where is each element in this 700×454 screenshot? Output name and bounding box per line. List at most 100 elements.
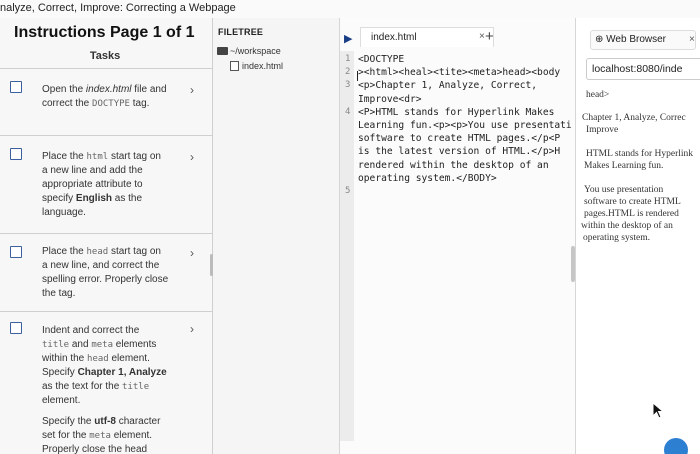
task-text-span: character — [115, 416, 161, 427]
task-text-span: Properly close the head — [42, 444, 148, 454]
rendered-text: Chapter 1, Analyze, Correc — [582, 113, 686, 123]
filetree-header: FILETREE — [218, 27, 264, 37]
task-text-span: as the — [112, 193, 143, 204]
task-text-span: element. — [108, 353, 150, 364]
task-text-span: start tag on — [108, 151, 161, 162]
code-line: <p>Chapter 1, Analyze, Correct, — [358, 80, 538, 92]
chevron-right-icon[interactable]: › — [190, 322, 194, 336]
task-text-span: Open the — [42, 84, 86, 95]
task-text-span: set for the — [42, 430, 90, 441]
task-line: Specify Chapter 1, Analyze — [42, 366, 178, 380]
task-text-span: tag. — [129, 98, 150, 109]
instructions-panel: Instructions Page 1 of 1 Tasks Open the … — [0, 18, 213, 454]
task-line: spelling error. Properly close — [42, 273, 178, 287]
rendered-text: software to create HTML — [584, 197, 681, 207]
tasks-heading: Tasks — [89, 50, 121, 62]
task-line: specify English as the — [42, 192, 178, 206]
task-line: as the text for the title — [42, 380, 178, 394]
task-text-span: index.html — [85, 84, 132, 95]
task-line: Place the head start tag on — [42, 245, 178, 259]
task-line: a new line and add the — [42, 164, 178, 178]
task-checkbox[interactable] — [10, 81, 22, 93]
task-checkbox[interactable] — [10, 148, 22, 160]
rendered-text: Makes Learning fun. — [584, 161, 664, 171]
task-text-span: DOCTYPE — [92, 99, 130, 109]
line-number: 3 — [345, 80, 351, 91]
collapse-arrow-icon[interactable]: ▶ — [344, 32, 352, 45]
browser-tab-label: Web Browser — [606, 34, 667, 45]
code-line: ><html><heal><tite><meta>head><body — [358, 67, 561, 79]
task-text-span: within the — [42, 353, 88, 364]
task-text-span: meta — [91, 340, 114, 350]
task-text-span: elements — [113, 339, 157, 350]
task-line: Open the index.html file and — [42, 83, 178, 97]
web-browser-panel: ⊕ Web Browser × localhost:8080/inde head… — [576, 18, 700, 454]
task-text-span: English — [75, 193, 113, 204]
task-item[interactable]: Place the html start tag on a new line an… — [0, 136, 212, 234]
address-bar[interactable]: localhost:8080/inde — [586, 58, 700, 80]
file-index-html[interactable]: index.html — [230, 61, 283, 71]
chevron-right-icon[interactable]: › — [190, 246, 194, 260]
task-text-span: as the text for the — [42, 381, 123, 392]
task-text-span: Place the — [42, 246, 87, 257]
code-editor: ▶ index.html × + 1 <DOCTYPE 2 ><html><heal>… — [340, 18, 576, 454]
task-line: the tag. — [42, 287, 178, 301]
task-line: Specify the utf-8 character — [42, 415, 178, 429]
window-title: nalyze, Correct, Improve: Correcting a W… — [0, 0, 700, 18]
line-number: 4 — [345, 106, 351, 117]
rendered-text: head> — [586, 90, 610, 100]
task-checkbox[interactable] — [10, 322, 22, 334]
task-text-span: Chapter 1, Analyze — [77, 367, 167, 378]
editor-scrollbar[interactable] — [571, 246, 575, 282]
task-line: a new line, and correct the — [42, 259, 178, 273]
editor-tab-label: index.html — [371, 32, 417, 43]
file-label: index.html — [242, 61, 284, 71]
rendered-text: operating system. — [583, 233, 651, 243]
task-line — [42, 408, 178, 415]
folder-label: ~/workspace — [230, 46, 281, 56]
globe-icon: ⊕ — [595, 34, 604, 45]
chevron-right-icon[interactable]: › — [190, 83, 194, 97]
add-tab-button[interactable]: + — [485, 28, 494, 45]
task-text-span: head — [86, 247, 109, 257]
task-line: Place the html start tag on — [42, 150, 178, 164]
task-text-span: language. — [42, 207, 86, 218]
task-item[interactable]: Indent and correct the title and meta ele… — [0, 312, 212, 454]
close-icon[interactable]: × — [479, 31, 485, 42]
code-area[interactable]: 1 <DOCTYPE 2 ><html><heal><tite><meta>head>… — [340, 51, 576, 441]
task-text-span: correct the — [42, 98, 93, 109]
code-line: software to create HTML pages.</p<P — [358, 133, 561, 145]
code-line: is the latest version of HTML.</p>H — [358, 146, 561, 158]
close-icon[interactable]: × — [689, 31, 695, 49]
task-text-span: Specify the — [42, 416, 95, 427]
task-line: correct the DOCTYPE tag. — [42, 97, 178, 111]
task-checkbox[interactable] — [10, 246, 22, 258]
folder-icon — [217, 47, 228, 55]
browser-tab[interactable]: ⊕ Web Browser × — [590, 30, 696, 50]
task-text-span: Specify — [42, 367, 78, 378]
editor-tab[interactable]: index.html × — [360, 27, 494, 47]
task-item[interactable]: Place the head start tag on a new line, a… — [0, 234, 212, 312]
code-line: <DOCTYPE — [358, 54, 405, 65]
task-line: appropriate attribute to — [42, 178, 178, 192]
task-text-span: the tag. — [42, 288, 76, 299]
rendered-text: Improve — [586, 125, 619, 135]
task-text-span: title — [42, 340, 70, 350]
task-line: within the head element. — [42, 352, 178, 366]
task-text-span: element. — [42, 395, 81, 406]
rendered-text: HTML stands for Hyperlink — [586, 149, 694, 159]
task-line: title and meta elements — [42, 338, 178, 352]
rendered-page: head> Chapter 1, Analyze, Correc Improve HT… — [576, 84, 700, 454]
filetree-panel: FILETREE ~/workspace index.html — [213, 18, 340, 454]
task-text-span: meta — [89, 431, 111, 441]
task-text-span: file and — [131, 84, 167, 95]
task-text-span: a new line and add the — [42, 165, 143, 176]
code-line: Learning fun.<p><p>You use presentati — [358, 120, 572, 131]
task-item[interactable]: Open the index.html file and correct the … — [0, 69, 212, 136]
task-line: language. — [42, 206, 178, 220]
task-text-span: element. — [110, 430, 153, 441]
chevron-right-icon[interactable]: › — [190, 150, 194, 164]
task-text-span: head — [87, 354, 109, 364]
task-text-span: a new line, and correct the — [42, 260, 160, 271]
workspace-folder[interactable]: ~/workspace — [217, 46, 281, 56]
